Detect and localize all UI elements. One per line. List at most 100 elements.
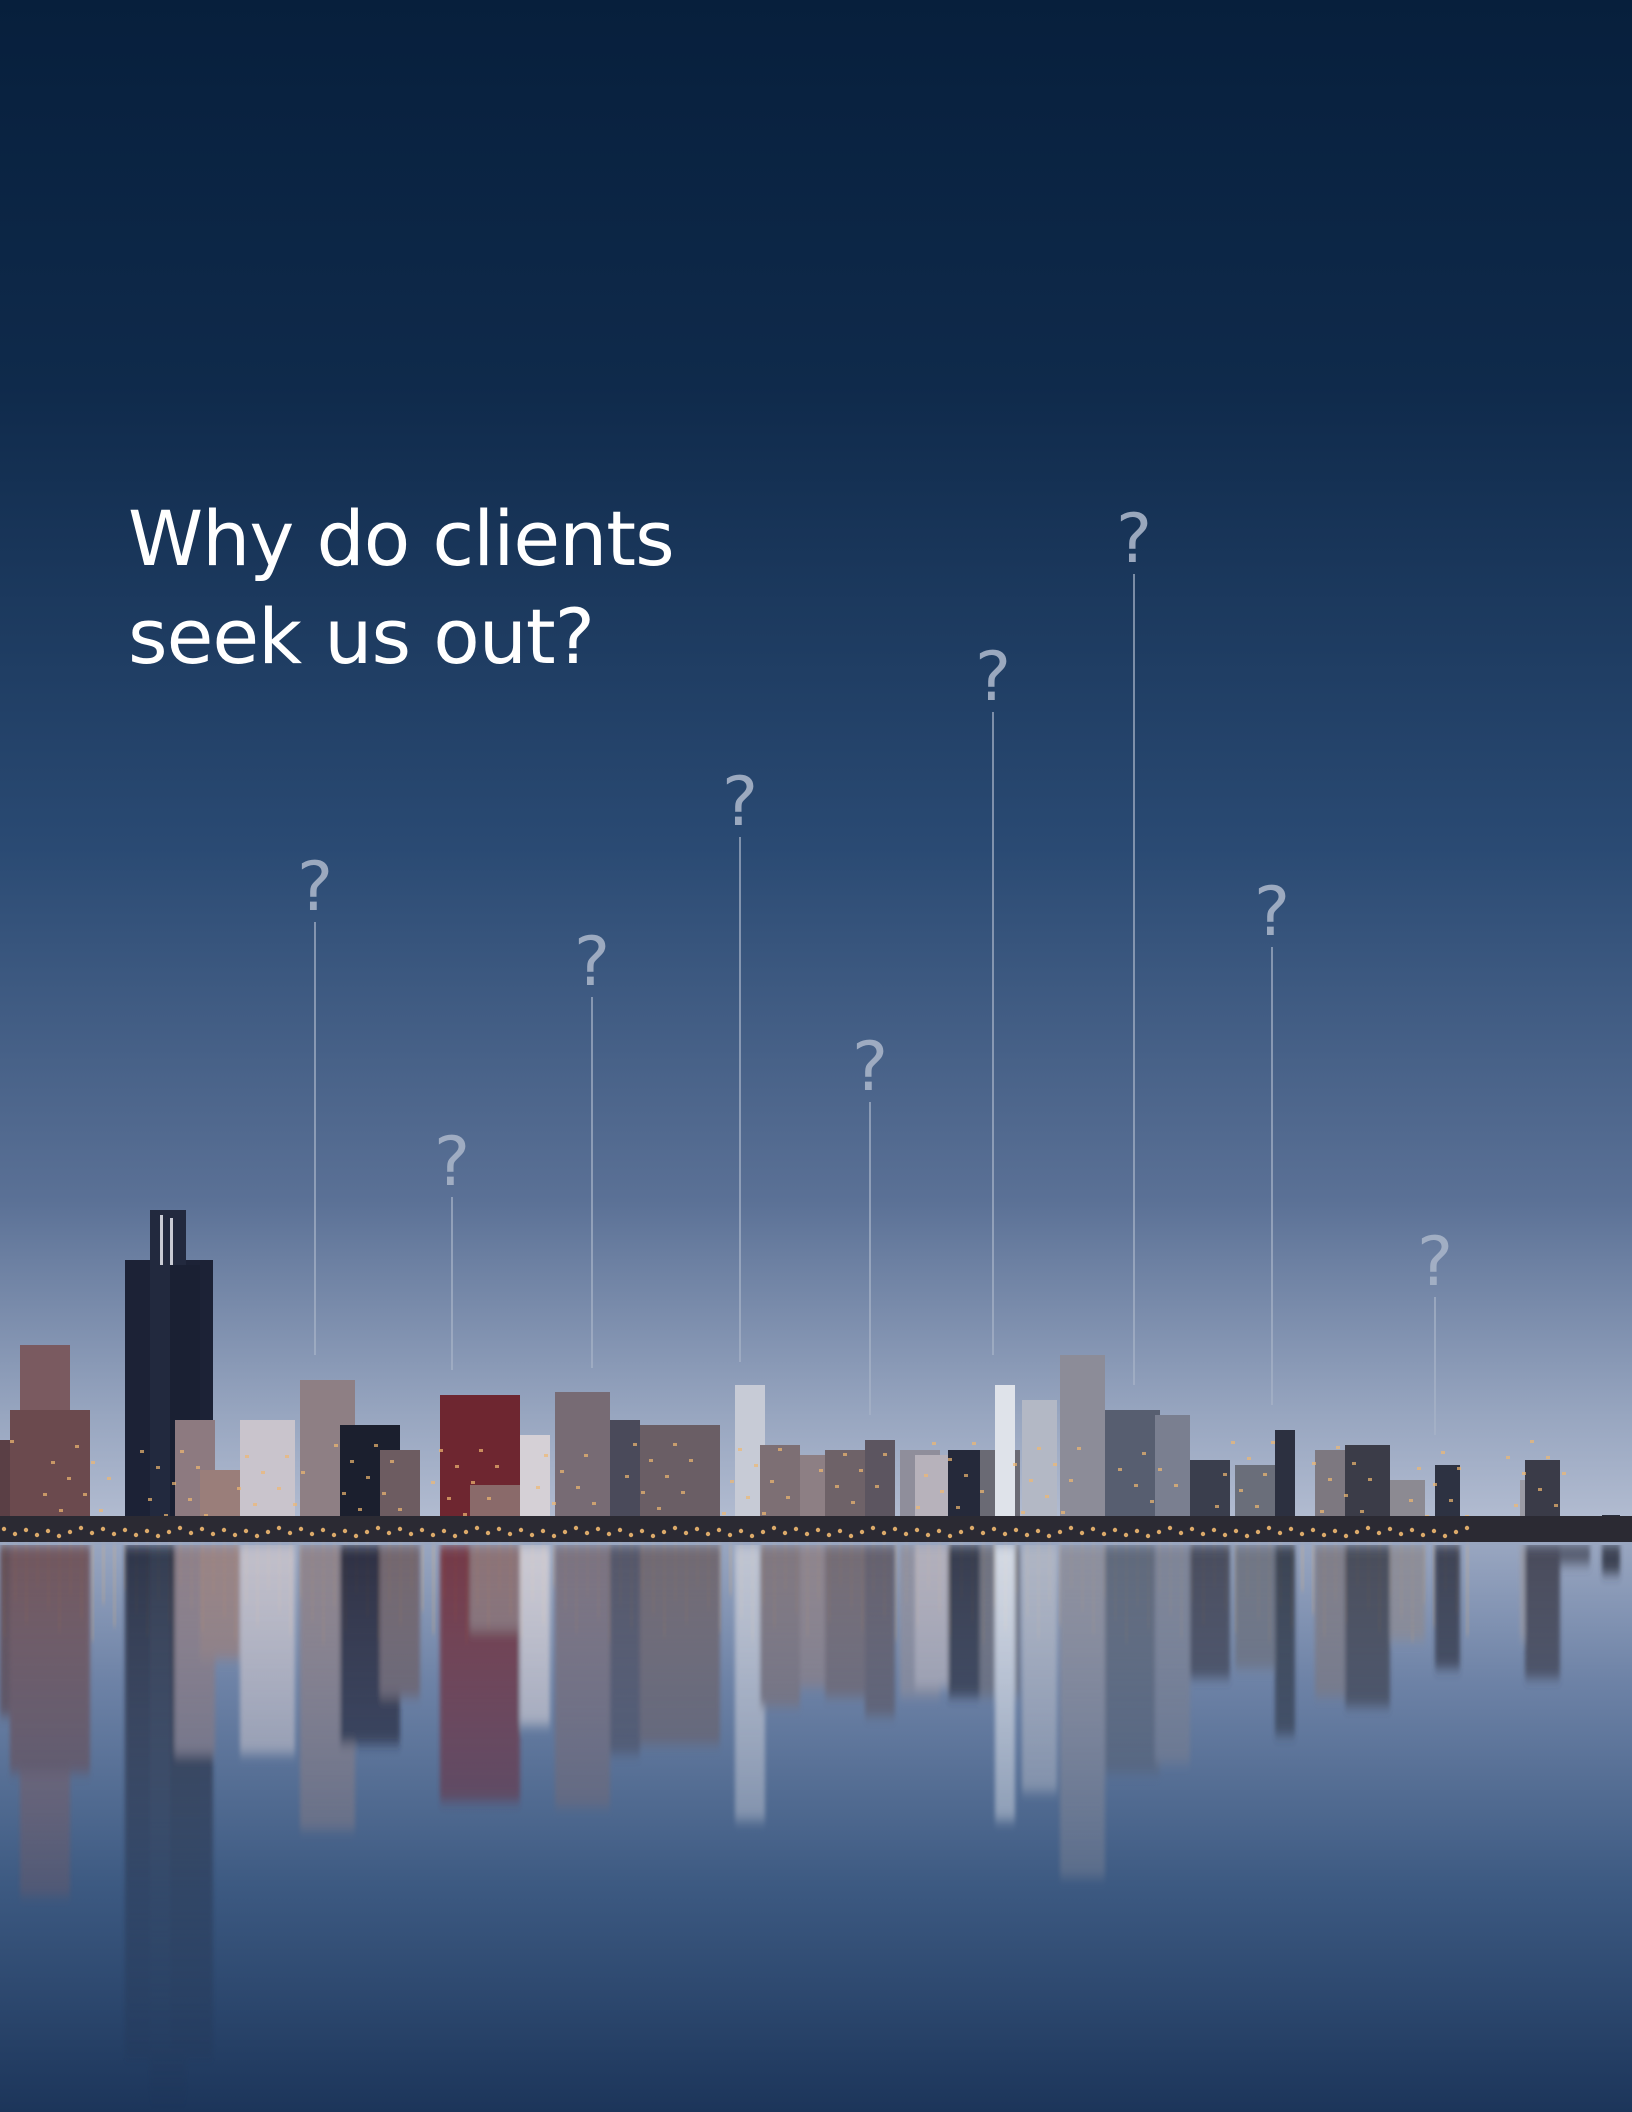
street-light: [914, 1527, 920, 1533]
building-reflection: [610, 1545, 640, 1754]
street-light: [56, 1533, 62, 1539]
street-light: [1420, 1532, 1426, 1538]
question-mark-icon: ?: [574, 923, 610, 1002]
window-light: [455, 1465, 459, 1468]
building-reflection: [1560, 1545, 1590, 1564]
building: [1105, 1410, 1160, 1530]
street-light: [859, 1529, 865, 1535]
window-light: [1562, 1472, 1566, 1475]
window-light: [245, 1455, 249, 1458]
street-light: [111, 1531, 117, 1537]
window-light: [1328, 1478, 1332, 1481]
building: [555, 1392, 610, 1530]
street-light: [606, 1531, 612, 1537]
window-light: [447, 1497, 451, 1500]
window-light: [1150, 1500, 1154, 1503]
window-light: [1077, 1447, 1081, 1450]
street-light: [881, 1530, 887, 1536]
question-mark-icon: ?: [722, 763, 758, 842]
street-light: [815, 1527, 821, 1533]
street-light: [309, 1531, 315, 1537]
street-light: [991, 1526, 997, 1532]
building: [520, 1435, 550, 1530]
street-light: [837, 1528, 843, 1534]
street-light: [386, 1530, 392, 1536]
window-light: [592, 1502, 596, 1505]
street-light: [1112, 1527, 1118, 1533]
window-light: [374, 1444, 378, 1447]
building-reflection: [1022, 1545, 1057, 1792]
street-light: [1299, 1531, 1305, 1537]
street-light: [408, 1531, 414, 1537]
window-light: [980, 1490, 984, 1493]
window-light: [148, 1498, 152, 1501]
window-light: [883, 1453, 887, 1456]
street-light: [639, 1528, 645, 1534]
window-light: [1029, 1479, 1033, 1482]
street-light: [1233, 1528, 1239, 1534]
headline-line-1: Why do clients: [128, 494, 675, 583]
window-light: [67, 1477, 71, 1480]
light-streak: [432, 1545, 435, 1634]
window-light: [1538, 1488, 1542, 1491]
building-reflection: [555, 1545, 610, 1808]
light-streak: [113, 1545, 116, 1627]
building-reflection: [1345, 1545, 1390, 1707]
building-reflection: [380, 1545, 420, 1697]
window-light: [1271, 1441, 1275, 1444]
window-light: [940, 1490, 944, 1493]
window-light: [10, 1440, 14, 1443]
street-light: [1277, 1530, 1283, 1536]
headline-line-2: seek us out?: [128, 592, 595, 681]
building-reflection: [865, 1545, 895, 1716]
window-light: [1231, 1441, 1235, 1444]
building: [10, 1410, 90, 1530]
building-reflection: [10, 1545, 90, 1773]
street-light: [903, 1531, 909, 1537]
street-light: [276, 1525, 282, 1531]
building: [640, 1425, 720, 1530]
street-light: [353, 1533, 359, 1539]
window-light: [1514, 1504, 1518, 1507]
street-light: [1332, 1528, 1338, 1534]
window-light: [1174, 1484, 1178, 1487]
street-light: [133, 1532, 139, 1538]
street-light: [1068, 1525, 1074, 1531]
window-light: [188, 1498, 192, 1501]
window-light: [964, 1474, 968, 1477]
street-light: [1013, 1527, 1019, 1533]
window-light: [956, 1506, 960, 1509]
window-light: [665, 1475, 669, 1478]
light-streak: [421, 1545, 424, 1611]
window-light: [140, 1450, 144, 1453]
street-light: [1321, 1532, 1327, 1538]
window-light: [1053, 1463, 1057, 1466]
window-light: [1344, 1494, 1348, 1497]
street-light: [496, 1526, 502, 1532]
street-light: [265, 1529, 271, 1535]
shoreline: [0, 1516, 1632, 1542]
street-light: [1354, 1529, 1360, 1535]
window-light: [382, 1492, 386, 1495]
window-light: [334, 1444, 338, 1447]
building-reflection: [1060, 1545, 1105, 1878]
window-light: [722, 1512, 726, 1515]
street-light: [507, 1531, 513, 1537]
street-light: [1079, 1530, 1085, 1536]
building-reflection: [1435, 1545, 1460, 1669]
window-light: [649, 1459, 653, 1462]
street-light: [705, 1531, 711, 1537]
building-reflection: [760, 1545, 800, 1707]
street-light: [650, 1533, 656, 1539]
street-light: [67, 1529, 73, 1535]
window-light: [1417, 1467, 1421, 1470]
window-light: [1409, 1499, 1413, 1502]
window-light: [180, 1450, 184, 1453]
street-light: [969, 1525, 975, 1531]
street-light: [760, 1529, 766, 1535]
street-light: [23, 1527, 29, 1533]
window-light: [75, 1445, 79, 1448]
street-light: [1035, 1528, 1041, 1534]
window-light: [1215, 1505, 1219, 1508]
window-light: [358, 1508, 362, 1511]
